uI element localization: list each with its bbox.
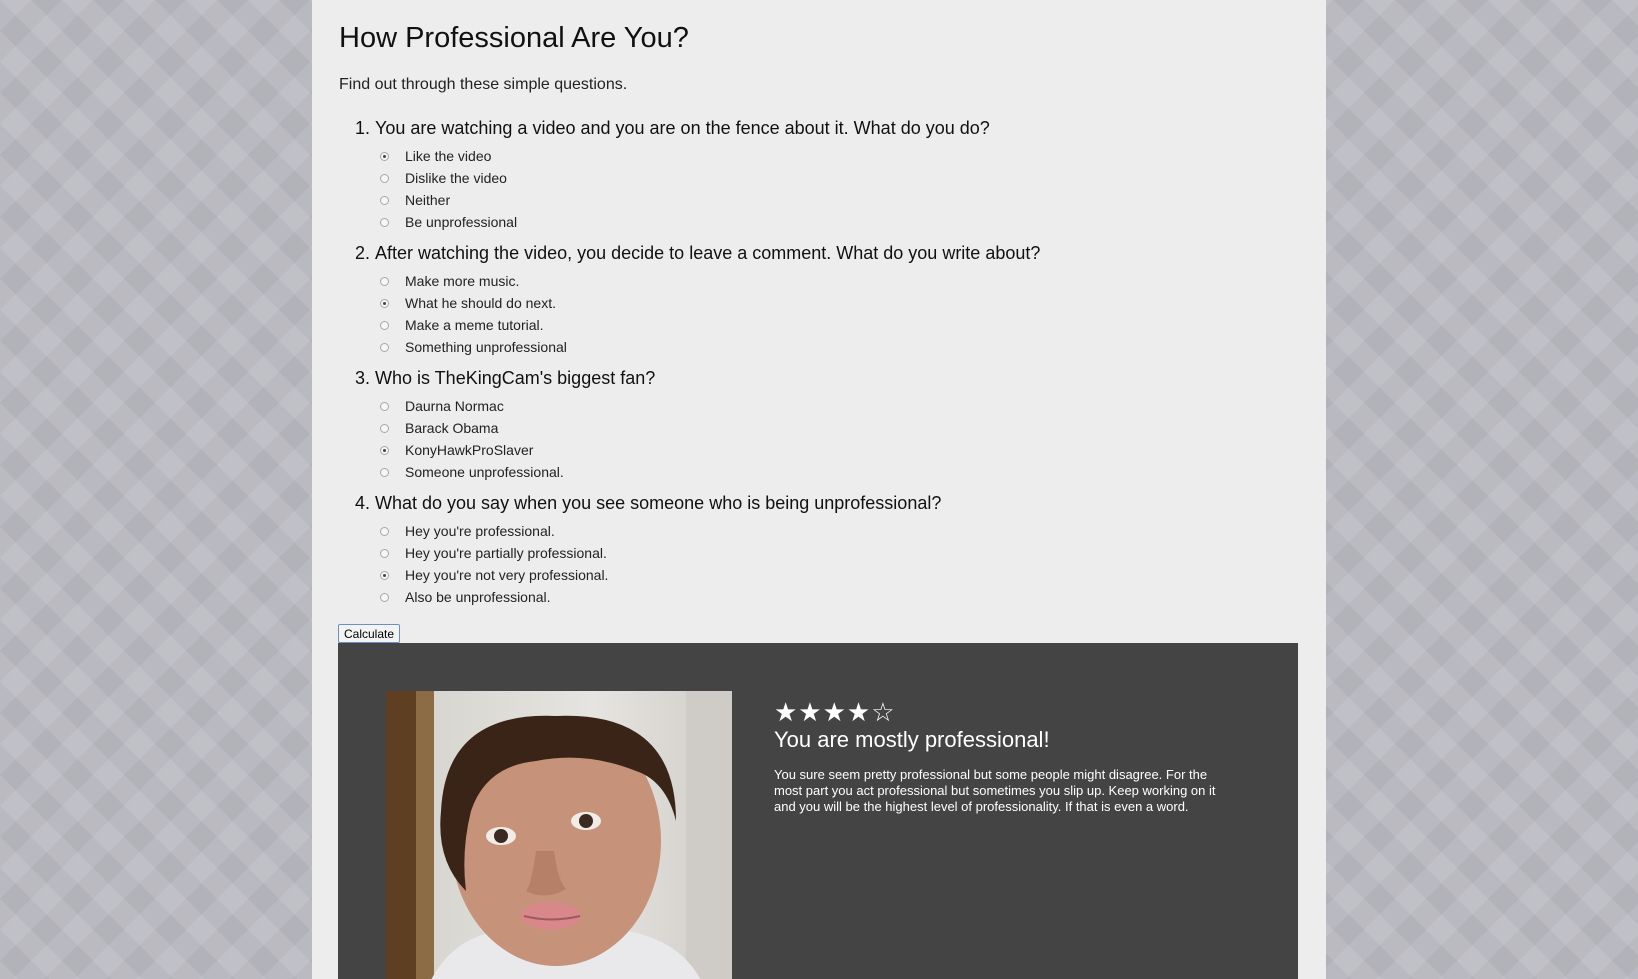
answer-option[interactable]: Dislike the video: [339, 167, 1299, 189]
question-1: 1. You are watching a video and you are o…: [339, 115, 1299, 233]
answer-option[interactable]: Be unprofessional: [339, 211, 1299, 233]
quiz-page: How Professional Are You? Find out throu…: [312, 0, 1326, 979]
answer-option[interactable]: Make more music.: [339, 270, 1299, 292]
result-text: ★★★★☆ You are mostly professional! You s…: [774, 697, 1234, 815]
question-label: What do you say when you see someone who…: [375, 493, 942, 513]
question-4: 4. What do you say when you see someone w…: [339, 490, 1299, 608]
answer-option[interactable]: Make a meme tutorial.: [339, 314, 1299, 336]
radio-button[interactable]: [380, 151, 389, 161]
answer-option[interactable]: Daurna Normac: [339, 395, 1299, 417]
question-text: 4. What do you say when you see someone w…: [339, 490, 1299, 517]
answer-label: Hey you're not very professional.: [405, 567, 609, 583]
answer-option[interactable]: What he should do next.: [339, 292, 1299, 314]
result-panel: ★★★★☆ You are mostly professional! You s…: [338, 643, 1298, 979]
answer-label: Make a meme tutorial.: [405, 317, 544, 333]
radio-button[interactable]: [380, 320, 389, 330]
options-list: Make more music. What he should do next. M…: [339, 267, 1299, 358]
answer-label: Someone unprofessional.: [405, 464, 564, 480]
question-label: Who is TheKingCam's biggest fan?: [375, 368, 656, 388]
radio-button[interactable]: [380, 342, 389, 352]
radio-button[interactable]: [380, 217, 389, 227]
answer-option[interactable]: Also be unprofessional.: [339, 586, 1299, 608]
answer-option[interactable]: Barack Obama: [339, 417, 1299, 439]
options-list: Daurna Normac Barack Obama KonyHawkProSlav…: [339, 392, 1299, 483]
question-number: 2.: [355, 243, 371, 263]
answer-label: KonyHawkProSlaver: [405, 442, 534, 458]
radio-button[interactable]: [380, 592, 389, 602]
answer-label: Make more music.: [405, 273, 520, 289]
answer-option[interactable]: Hey you're partially professional.: [339, 542, 1299, 564]
options-list: Hey you're professional. Hey you're parti…: [339, 517, 1299, 608]
radio-button[interactable]: [380, 195, 389, 205]
answer-label: Neither: [405, 192, 451, 208]
question-label: After watching the video, you decide to …: [375, 243, 1041, 263]
radio-button[interactable]: [380, 526, 389, 536]
answer-label: Also be unprofessional.: [405, 589, 551, 605]
result-description: You sure seem pretty professional but so…: [774, 767, 1216, 814]
answer-option[interactable]: Something unprofessional: [339, 336, 1299, 358]
radio-button[interactable]: [380, 548, 389, 558]
page-title: How Professional Are You?: [339, 22, 689, 54]
radio-button[interactable]: [380, 298, 389, 308]
radio-button[interactable]: [380, 445, 389, 455]
answer-label: Hey you're professional.: [405, 523, 555, 539]
question-label: You are watching a video and you are on …: [375, 118, 990, 138]
radio-button[interactable]: [380, 401, 389, 411]
answer-label: Something unprofessional: [405, 339, 567, 355]
options-list: Like the video Dislike the video Neither Be…: [339, 142, 1299, 233]
result-photo: [386, 691, 732, 979]
question-text: 3. Who is TheKingCam's biggest fan?: [339, 365, 1299, 392]
answer-option[interactable]: KonyHawkProSlaver: [339, 439, 1299, 461]
answer-option[interactable]: Like the video: [339, 145, 1299, 167]
question-2: 2. After watching the video, you decide t…: [339, 240, 1299, 358]
question-3: 3. Who is TheKingCam's biggest fan? Daurna…: [339, 365, 1299, 483]
page-subtitle: Find out through these simple questions.: [339, 76, 628, 93]
answer-label: Dislike the video: [405, 170, 507, 186]
portrait-image: [386, 691, 732, 979]
question-number: 3.: [355, 368, 371, 388]
radio-button[interactable]: [380, 467, 389, 477]
answer-option[interactable]: Someone unprofessional.: [339, 461, 1299, 483]
question-number: 1.: [355, 118, 371, 138]
calculate-button[interactable]: Calculate: [338, 624, 401, 643]
radio-button[interactable]: [380, 276, 389, 286]
result-title: You are mostly professional!: [774, 727, 1050, 752]
question-number: 4.: [355, 493, 371, 513]
radio-button[interactable]: [380, 570, 389, 580]
radio-button[interactable]: [380, 423, 389, 433]
answer-option[interactable]: Neither: [339, 189, 1299, 211]
question-text: 1. You are watching a video and you are o…: [339, 115, 1299, 142]
question-text: 2. After watching the video, you decide t…: [339, 240, 1299, 267]
answer-label: Barack Obama: [405, 420, 499, 436]
answer-label: What he should do next.: [405, 295, 556, 311]
answer-label: Like the video: [405, 148, 492, 164]
answer-label: Hey you're partially professional.: [405, 545, 607, 561]
answer-option[interactable]: Hey you're not very professional.: [339, 564, 1299, 586]
answer-label: Be unprofessional: [405, 214, 518, 230]
answer-option[interactable]: Hey you're professional.: [339, 520, 1299, 542]
questions-list: 1. You are watching a video and you are o…: [339, 115, 1299, 615]
radio-button[interactable]: [380, 173, 389, 183]
answer-label: Daurna Normac: [405, 398, 504, 414]
rating-stars: ★★★★☆: [774, 697, 896, 727]
